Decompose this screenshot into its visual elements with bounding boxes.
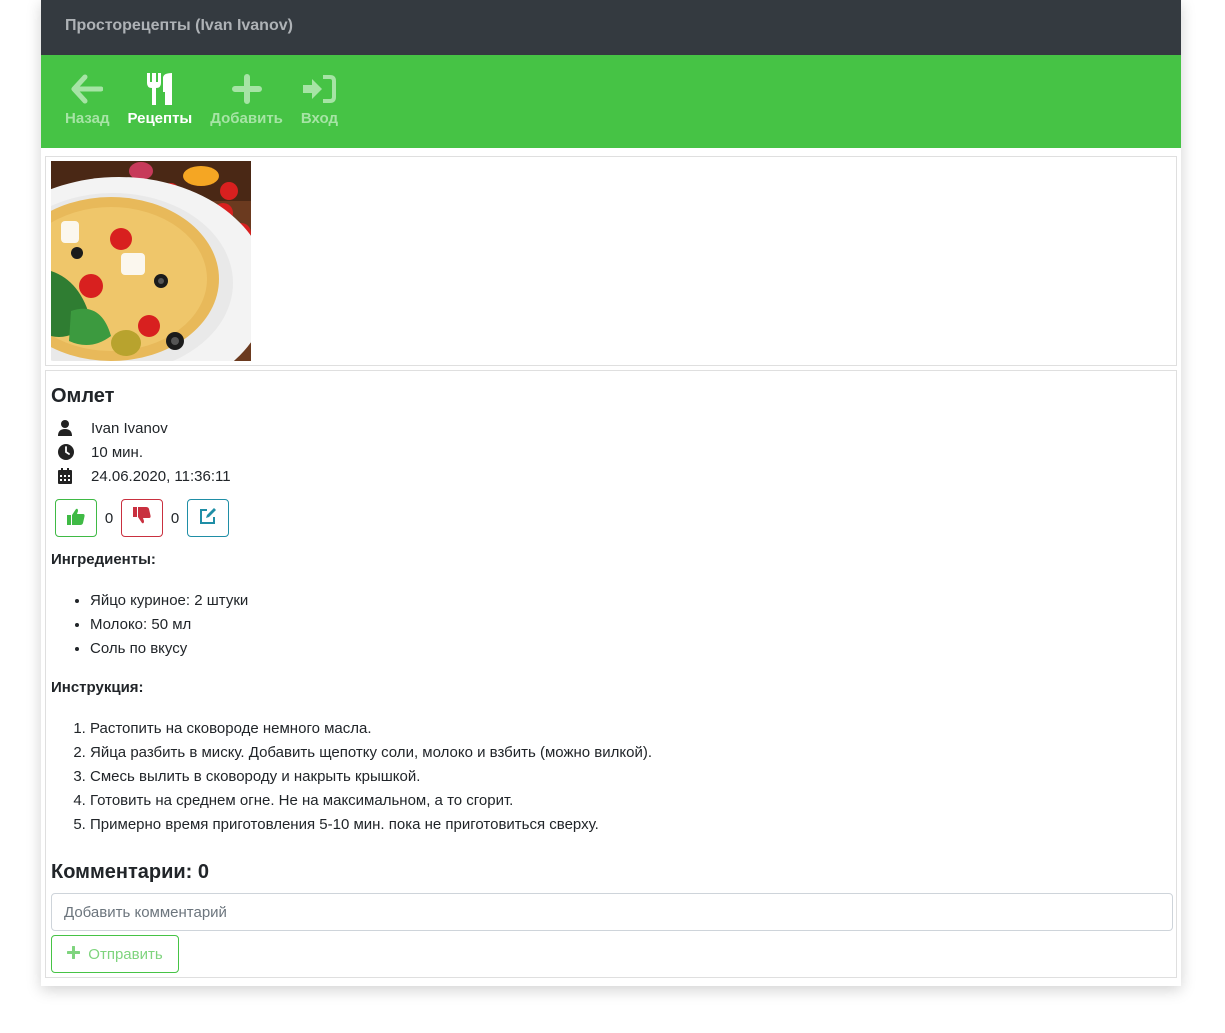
nav-back-label: Назад [65,110,110,127]
comment-input[interactable] [51,893,1173,931]
list-item: Примерно время приготовления 5-10 мин. п… [90,813,652,837]
nav-add-label: Добавить [210,110,283,127]
instructions-heading: Инструкция: [51,679,144,696]
comments-heading: Комментарии: 0 [51,861,210,883]
dislike-button[interactable] [121,499,163,537]
send-button[interactable]: Отправить [51,935,179,973]
app-window: Просторецепты (Ivan Ivanov) Назад Рецепт… [41,0,1181,986]
calendar-icon [51,468,91,484]
nav-recipes-label: Рецепты [127,110,193,127]
clock-icon [51,444,91,460]
thumbs-down-icon [133,506,151,530]
edit-button[interactable] [187,499,229,537]
meta-author: Ivan Ivanov [51,416,231,440]
dislikes-count: 0 [170,509,180,527]
likes-count: 0 [104,509,114,527]
list-item: Растопить на сковороде немного масла. [90,717,652,741]
navbar: Назад Рецепты Добавить Вход [41,55,1181,148]
meta-time: 10 мин. [51,440,231,464]
list-item: Соль по вкусу [90,637,248,661]
author-name: Ivan Ivanov [91,419,168,437]
utensils-icon [142,72,178,106]
list-item: Яйца разбить в миску. Добавить щепотку с… [90,741,652,765]
thumbs-up-icon [67,507,85,530]
nav-back[interactable]: Назад [65,72,109,127]
instructions-list: Растопить на сковороде немного масла. Яй… [90,717,652,837]
created-date: 24.06.2020, 11:36:11 [91,467,231,485]
recipe-title: Омлет [51,385,115,407]
app-title: Просторецепты (Ivan Ivanov) [41,0,1181,55]
ingredients-heading: Ингредиенты: [51,551,156,568]
recipe-photo [51,161,251,361]
sign-in-icon [301,72,337,106]
list-item: Готовить на среднем огне. Не на максимал… [90,789,652,813]
nav-login[interactable]: Вход [301,72,338,127]
meta-date: 24.06.2020, 11:36:11 [51,464,231,488]
recipe-actions: 0 0 [55,499,229,537]
list-item: Смесь вылить в сковороду и накрыть крышк… [90,765,652,789]
recipe-image-card [45,156,1177,366]
nav-login-label: Вход [300,110,338,127]
recipe-card: Омлет Ivan Ivanov 10 мин. 24.06.2020, 11… [45,370,1177,978]
plus-icon [229,72,265,106]
cook-time: 10 мин. [91,443,143,461]
ingredients-list: Яйцо куриное: 2 штуки Молоко: 50 мл Соль… [90,589,248,661]
like-button[interactable] [55,499,97,537]
edit-icon [199,507,217,530]
plus-icon [66,945,81,963]
user-icon [51,420,91,436]
recipe-meta: Ivan Ivanov 10 мин. 24.06.2020, 11:36:11 [51,416,231,488]
send-button-label: Отправить [88,945,163,963]
list-item: Яйцо куриное: 2 штуки [90,589,248,613]
nav-recipes[interactable]: Рецепты [127,72,192,127]
list-item: Молоко: 50 мл [90,613,248,637]
arrow-left-icon [69,72,105,106]
nav-add[interactable]: Добавить [210,72,283,127]
